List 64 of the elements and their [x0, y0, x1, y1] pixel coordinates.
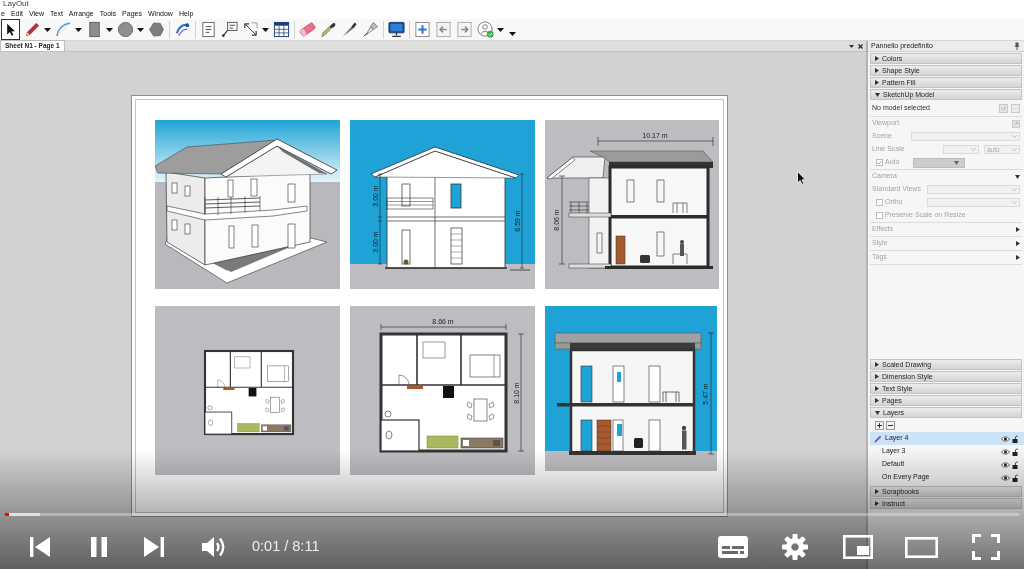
triangle-right-icon[interactable]	[875, 398, 879, 403]
window-title: LayOut	[3, 0, 29, 8]
eyedropper-icon[interactable]	[320, 21, 337, 38]
triangle-right-icon[interactable]	[875, 489, 879, 494]
previous-page-icon[interactable]	[435, 21, 452, 38]
theater-mode-icon[interactable]	[905, 536, 938, 558]
eye-icon[interactable]	[1001, 448, 1010, 455]
dropdown-field[interactable]	[911, 132, 1020, 141]
dimension-icon[interactable]	[242, 21, 259, 38]
miniplayer-icon[interactable]	[843, 535, 873, 559]
pause-icon[interactable]	[90, 537, 108, 557]
caret-icon[interactable]	[509, 31, 516, 36]
caret-icon[interactable]	[137, 27, 144, 32]
caret-icon[interactable]	[262, 27, 269, 32]
triangle-right-icon[interactable]	[875, 80, 879, 85]
padlock-icon[interactable]	[1012, 447, 1018, 456]
fullscreen-icon[interactable]	[972, 534, 1000, 560]
padlock-icon[interactable]	[1012, 434, 1018, 443]
pin-icon[interactable]	[1014, 42, 1020, 50]
user-check-icon[interactable]	[477, 21, 494, 38]
caret-icon[interactable]	[75, 27, 82, 32]
skip-next-icon[interactable]	[144, 537, 164, 557]
pointer-icon[interactable]	[1, 19, 20, 40]
padlock-icon[interactable]	[1012, 473, 1018, 482]
time-display: 0:01 / 8:11	[252, 537, 320, 557]
swoosh-icon[interactable]	[174, 21, 191, 38]
close-icon[interactable]	[858, 43, 863, 49]
minus-icon[interactable]	[886, 421, 895, 430]
dropdown-field[interactable]	[927, 185, 1020, 194]
dots-icon[interactable]	[1011, 104, 1020, 113]
progress-track[interactable]	[5, 513, 1019, 516]
plus-icon[interactable]	[875, 421, 884, 430]
label-icon[interactable]	[221, 21, 238, 38]
table-icon[interactable]	[273, 21, 290, 38]
triangle-down-icon[interactable]	[875, 410, 880, 415]
subtitles-icon[interactable]	[718, 536, 748, 558]
caret-icon[interactable]	[106, 27, 113, 32]
triangle-right-icon[interactable]	[875, 56, 879, 61]
circle-icon[interactable]	[117, 21, 134, 38]
dropdown-field[interactable]	[943, 145, 979, 154]
dropdown-field[interactable]	[927, 198, 1020, 207]
eye-icon[interactable]	[1001, 461, 1010, 468]
skip-previous-icon[interactable]	[30, 537, 50, 557]
rectangle-icon[interactable]	[86, 21, 103, 38]
triangle-right-icon[interactable]	[875, 386, 879, 391]
caret-icon[interactable]	[44, 27, 51, 32]
triangle-right-icon[interactable]	[875, 374, 879, 379]
add-page-icon[interactable]	[414, 21, 431, 38]
caret-icon[interactable]	[497, 27, 504, 32]
pencil-icon[interactable]	[24, 21, 41, 38]
polygon-icon[interactable]	[148, 21, 165, 38]
triangle-right-icon[interactable]	[875, 362, 879, 367]
triangle-right-icon[interactable]	[875, 68, 879, 73]
text-box-icon[interactable]	[200, 21, 217, 38]
monitor-icon[interactable]	[388, 21, 405, 38]
caret-icon[interactable]	[849, 44, 854, 48]
eye-icon[interactable]	[1001, 474, 1010, 481]
eye-icon[interactable]	[1001, 435, 1010, 442]
triangle-right-icon[interactable]	[875, 501, 879, 506]
cursor-icon	[797, 171, 806, 185]
settings-icon[interactable]	[782, 534, 808, 560]
next-page-icon[interactable]	[456, 21, 473, 38]
padlock-icon[interactable]	[1012, 460, 1018, 469]
volume-icon[interactable]	[202, 536, 227, 558]
